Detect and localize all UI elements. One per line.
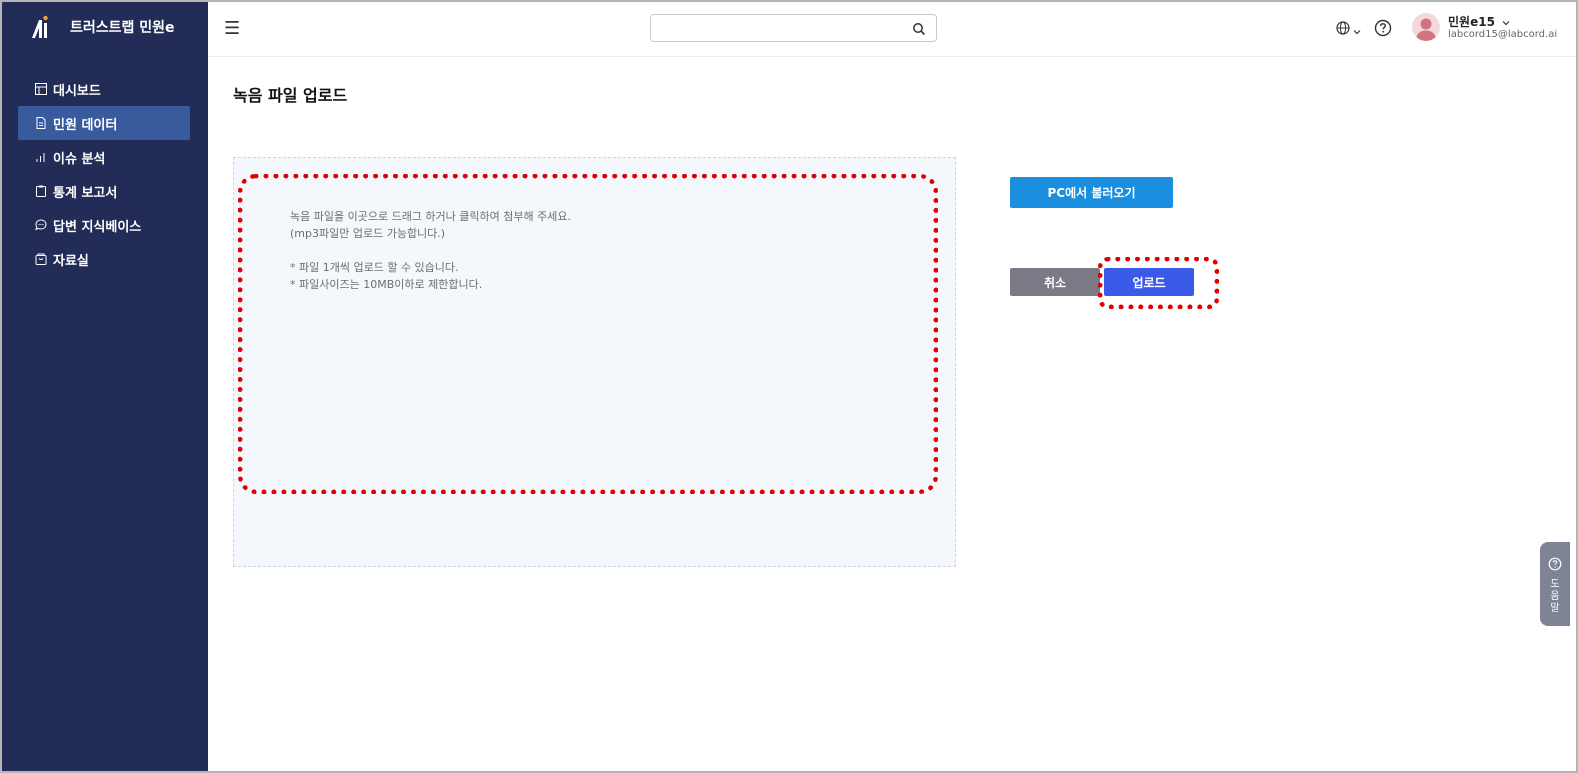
search-box: [650, 14, 937, 42]
user-menu[interactable]: 민원e15: [1448, 13, 1510, 30]
avatar[interactable]: [1412, 13, 1440, 41]
sidebar-item-label: 이슈 분석: [53, 151, 106, 167]
globe-icon: [1336, 20, 1350, 39]
document-icon: [35, 117, 47, 129]
layout-icon: [35, 83, 47, 95]
logo-row[interactable]: 트러스트랩 민원e: [30, 14, 175, 40]
sidebar-item-archive[interactable]: 자료실: [18, 242, 190, 276]
chevron-down-icon: [1353, 20, 1361, 39]
user-name: 민원e15: [1448, 15, 1495, 29]
app-title: 트러스트랩 민원e: [70, 20, 175, 36]
language-selector[interactable]: [1336, 20, 1361, 39]
help-side-tab[interactable]: 도움말: [1540, 542, 1570, 626]
dropzone-line2: (mp3파일만 업로드 가능합니다.): [290, 227, 446, 240]
sidebar-item-label: 민원 데이터: [53, 117, 118, 133]
search-input[interactable]: [651, 15, 901, 41]
user-email: labcord15@labcord.ai: [1448, 29, 1558, 40]
cancel-button[interactable]: 취소: [1010, 268, 1100, 296]
sidebar-item-dashboard[interactable]: 대시보드: [18, 72, 190, 106]
chat-icon: [35, 219, 47, 231]
search-icon[interactable]: [912, 21, 926, 36]
sidebar-nav: 대시보드 민원 데이터 이슈 분석 통계 보고서 답변 지식베이스 자료실: [18, 72, 190, 276]
sidebar-item-label: 통계 보고서: [53, 185, 118, 201]
chevron-down-icon: [1502, 15, 1510, 29]
load-from-pc-button[interactable]: PC에서 불러오기: [1010, 177, 1173, 208]
sidebar-item-issue-analysis[interactable]: 이슈 분석: [18, 140, 190, 174]
dropzone-instructions: 녹음 파일을 이곳으로 드래그 하거나 클릭하여 첨부해 주세요. (mp3파일…: [290, 208, 571, 293]
help-circle-icon: [1548, 556, 1562, 575]
clipboard-icon: [35, 185, 47, 197]
brand-logo-icon: [30, 14, 52, 40]
dropzone-line1: 녹음 파일을 이곳으로 드래그 하거나 클릭하여 첨부해 주세요.: [290, 210, 571, 223]
app-window: 트러스트랩 민원e 대시보드 민원 데이터 이슈 분석 통계 보고서 답변 지식…: [0, 0, 1578, 773]
bar-chart-icon: [35, 151, 47, 163]
sidebar-item-statistics-report[interactable]: 통계 보고서: [18, 174, 190, 208]
upload-button[interactable]: 업로드: [1104, 268, 1194, 296]
sidebar-item-label: 자료실: [53, 253, 89, 269]
help-tab-label: 도움말: [1550, 579, 1560, 614]
file-dropzone[interactable]: 녹음 파일을 이곳으로 드래그 하거나 클릭하여 첨부해 주세요. (mp3파일…: [233, 157, 956, 567]
dropzone-note1: * 파일 1개씩 업로드 할 수 있습니다.: [290, 261, 459, 274]
page-title: 녹음 파일 업로드: [233, 86, 348, 105]
help-circle-icon[interactable]: [1374, 19, 1392, 37]
sidebar-item-label: 대시보드: [53, 83, 101, 99]
hamburger-menu-icon[interactable]: ☰: [224, 18, 240, 39]
sidebar-item-answer-knowledge-base[interactable]: 답변 지식베이스: [18, 208, 190, 242]
sidebar: 트러스트랩 민원e 대시보드 민원 데이터 이슈 분석 통계 보고서 답변 지식…: [2, 2, 208, 771]
dropzone-note2: * 파일사이즈는 10MB이하로 제한합니다.: [290, 278, 483, 291]
sidebar-item-label: 답변 지식베이스: [53, 219, 142, 235]
top-header: ☰ 민원e15 labcord15@labcord.ai: [208, 2, 1576, 57]
archive-icon: [35, 253, 47, 265]
sidebar-item-complaint-data[interactable]: 민원 데이터: [18, 106, 190, 140]
